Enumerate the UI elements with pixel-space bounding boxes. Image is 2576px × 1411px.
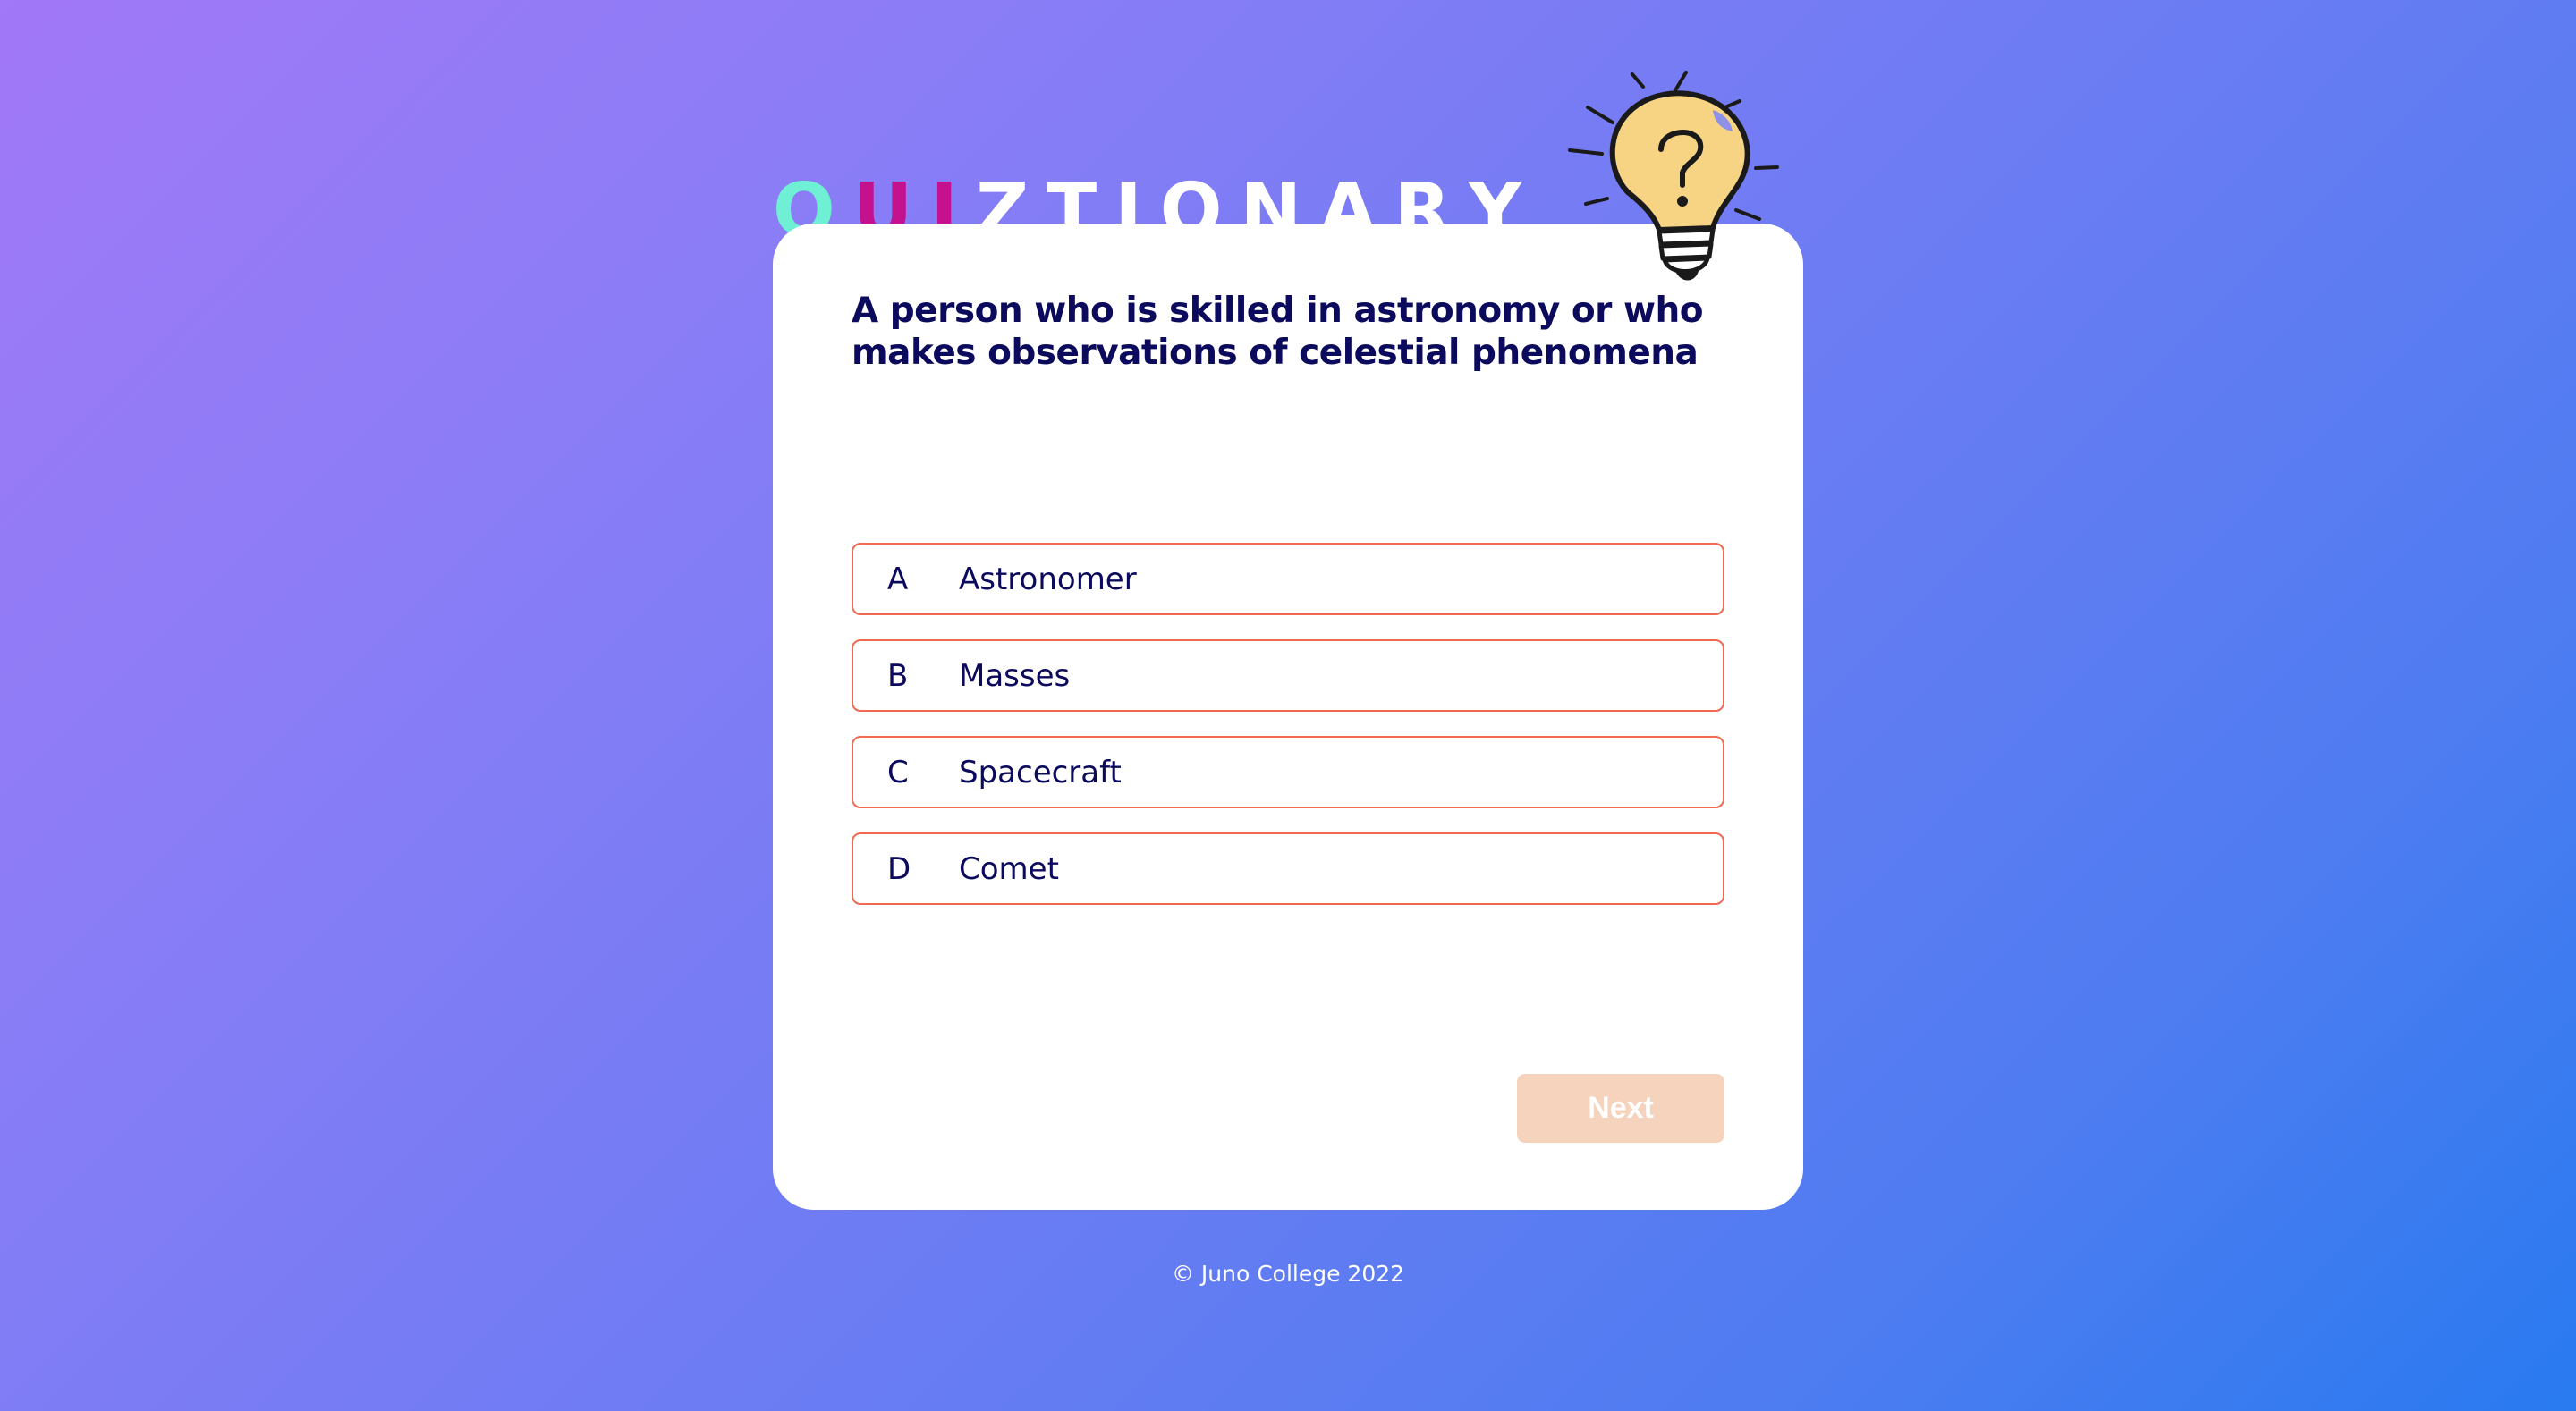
answer-option-c[interactable]: C Spacecraft xyxy=(852,736,1724,808)
next-button[interactable]: Next xyxy=(1517,1074,1724,1143)
footer-copyright: © Juno College 2022 xyxy=(1171,1261,1405,1287)
answer-text: Comet xyxy=(959,850,1059,887)
answer-text: Astronomer xyxy=(959,561,1137,597)
answer-letter: D xyxy=(887,850,911,887)
answer-letter: B xyxy=(887,657,909,694)
answer-letter: A xyxy=(887,561,909,597)
question-text: A person who is skilled in astronomy or … xyxy=(852,291,1704,373)
answer-letter: C xyxy=(887,754,909,790)
answer-option-b[interactable]: B Masses xyxy=(852,639,1724,712)
answer-list: A Astronomer B Masses C Spacecraft D Com… xyxy=(852,543,1724,929)
quiz-card: A person who is skilled in astronomy or … xyxy=(773,224,1803,1210)
answer-option-d[interactable]: D Comet xyxy=(852,832,1724,905)
answer-option-a[interactable]: A Astronomer xyxy=(852,543,1724,615)
lightbulb-question-icon xyxy=(1568,71,1779,281)
answer-text: Masses xyxy=(959,657,1071,694)
answer-text: Spacecraft xyxy=(959,754,1122,790)
